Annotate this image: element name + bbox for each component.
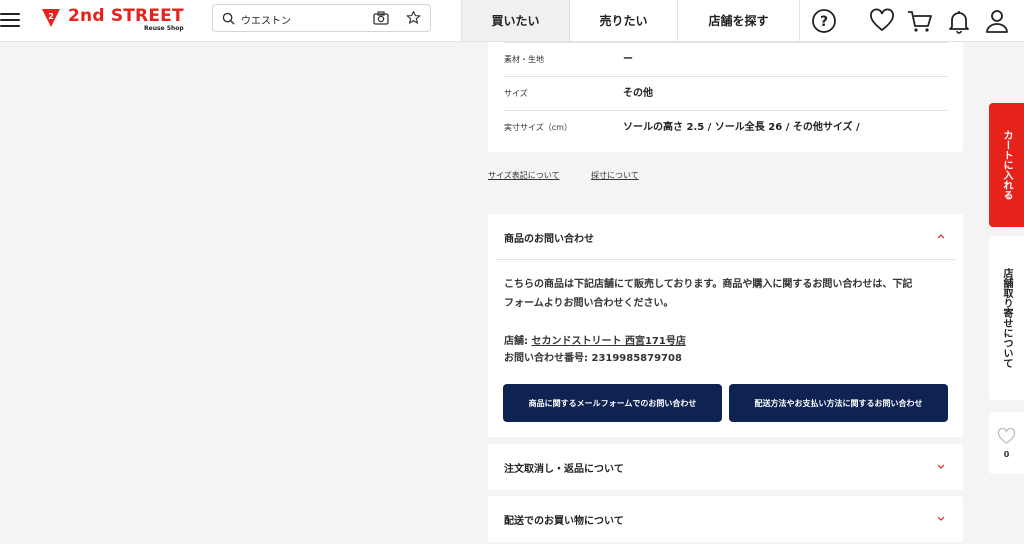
- logo-sub: Reuse Shop: [144, 25, 184, 32]
- site-header: 2 2nd STREET Reuse Shop ウエストン 買いたい 売りたい …: [0, 0, 1024, 42]
- divider: [496, 259, 955, 260]
- search-icon: [222, 12, 235, 25]
- favorite-heart-icon[interactable]: [869, 8, 895, 34]
- chevron-down-icon[interactable]: [937, 464, 945, 470]
- store-link[interactable]: セカンドストリート 西宮171号店: [531, 336, 685, 347]
- nav-sell[interactable]: 売りたい: [569, 0, 677, 41]
- shipping-title[interactable]: 配送でのお買い物について: [504, 512, 624, 527]
- search-input[interactable]: ウエストン: [241, 12, 291, 27]
- add-to-cart-label: カートに入れる: [1001, 130, 1012, 200]
- store-order-label: 店舗取り寄せについて: [1001, 268, 1012, 368]
- svg-text:2: 2: [48, 12, 54, 21]
- spec-value: その他: [623, 88, 653, 99]
- inquiry-body-line: フォームよりお問い合わせください。: [504, 298, 674, 309]
- spec-row: サイズ その他: [504, 77, 948, 111]
- logo-text: 2nd STREET: [68, 6, 184, 26]
- help-icon[interactable]: ?: [811, 8, 837, 34]
- account-icon[interactable]: [984, 8, 1010, 34]
- spec-row: 実寸サイズ（cm） ソールの高さ 2.5 / ソール全長 26 / その他サイズ…: [504, 111, 948, 145]
- bell-icon[interactable]: [946, 8, 972, 34]
- svg-text:?: ?: [820, 14, 828, 30]
- nav-find-store[interactable]: 店舗を探す: [677, 0, 800, 41]
- size-notation-link[interactable]: サイズ表記について: [488, 170, 560, 181]
- store-line: 店舗: セカンドストリート 西宮171号店: [504, 332, 686, 347]
- chevron-up-icon[interactable]: [937, 233, 945, 239]
- nav-buy[interactable]: 買いたい: [461, 0, 569, 41]
- logo-mark-icon: 2: [42, 9, 60, 27]
- favorite-tab[interactable]: 0: [989, 412, 1024, 474]
- inquiry-title[interactable]: 商品のお問い合わせ: [504, 230, 594, 245]
- camera-icon[interactable]: [373, 11, 389, 25]
- shipping-inquiry-button[interactable]: 配送方法やお支払い方法に関するお問い合わせ: [729, 384, 948, 422]
- heart-outline-icon: [997, 428, 1016, 444]
- inquiry-number: お問い合わせ番号: 2319985879708: [504, 353, 682, 364]
- favorite-count: 0: [1003, 450, 1010, 459]
- add-to-cart-tab[interactable]: カートに入れる: [989, 103, 1024, 227]
- inquiry-body-line: こちらの商品は下記店舗にて販売しております。商品や購入に関するお問い合わせは、下…: [504, 279, 913, 290]
- spec-key: 素材・生地: [504, 55, 544, 64]
- spec-row: 素材・生地 ー: [504, 43, 948, 77]
- spec-value: ソールの高さ 2.5 / ソール全長 26 / その他サイズ /: [623, 122, 860, 133]
- chevron-down-icon[interactable]: [937, 516, 945, 522]
- search-box[interactable]: ウエストン: [212, 4, 431, 32]
- spec-key: サイズ: [504, 89, 528, 98]
- cart-icon[interactable]: [907, 8, 933, 34]
- store-order-tab[interactable]: 店舗取り寄せについて: [989, 236, 1024, 400]
- cancel-return-title[interactable]: 注文取消し・返品について: [504, 460, 624, 475]
- spec-value: ー: [623, 54, 633, 65]
- menu-icon[interactable]: [0, 10, 20, 30]
- spec-key: 実寸サイズ（cm）: [504, 123, 572, 132]
- star-icon[interactable]: [406, 10, 421, 25]
- store-label: 店舗:: [504, 336, 532, 347]
- mail-inquiry-button[interactable]: 商品に関するメールフォームでのお問い合わせ: [503, 384, 722, 422]
- measurement-link[interactable]: 採寸について: [591, 170, 639, 181]
